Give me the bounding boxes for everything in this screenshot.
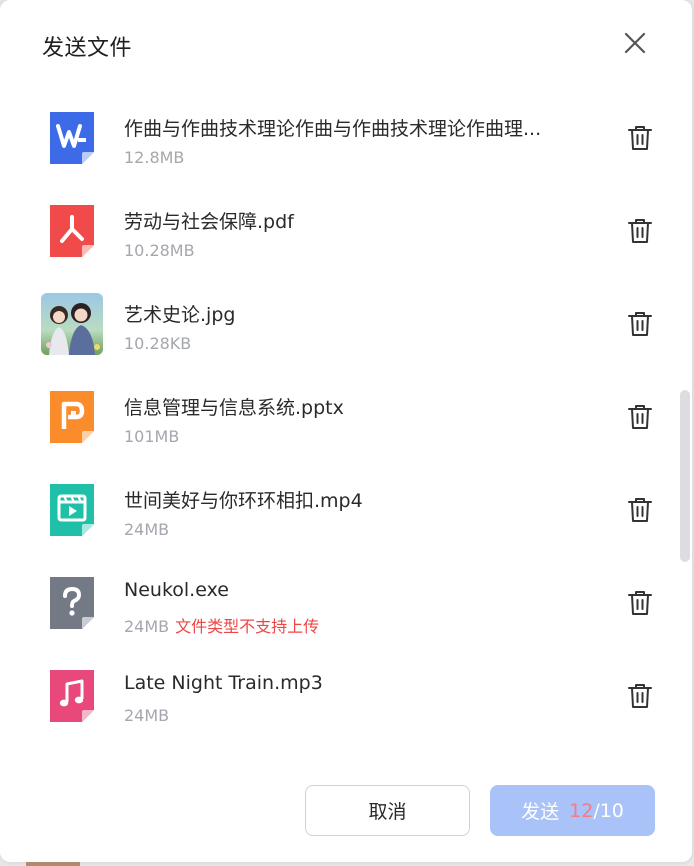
file-row: 世间美好与你环环相扣.mp4 24MB xyxy=(0,462,692,555)
file-name: Late Night Train.mp3 xyxy=(124,672,323,694)
cancel-button[interactable]: 取消 xyxy=(305,785,470,836)
file-name: 劳动与社会保障.pdf xyxy=(124,211,294,233)
word-doc-icon xyxy=(50,112,94,164)
file-size: 101MB xyxy=(124,427,180,446)
dialog-title: 发送文件 xyxy=(42,36,133,61)
pdf-file-icon xyxy=(50,205,94,257)
send-files-dialog: 发送文件 作曲与作曲技术理论作曲与作曲技术理论作曲理... 12.8MB 劳动与… xyxy=(0,0,692,862)
delete-icon[interactable] xyxy=(627,310,653,338)
file-name: Neukol.exe xyxy=(124,579,229,601)
file-row: 作曲与作曲技术理论作曲与作曲技术理论作曲理... 12.8MB xyxy=(0,90,692,183)
send-button[interactable]: 发送 12/10 xyxy=(490,785,655,836)
delete-icon[interactable] xyxy=(627,496,653,524)
background-window-peek xyxy=(26,862,80,866)
send-label: 发送 xyxy=(521,801,560,823)
file-error-text: 文件类型不支持上传 xyxy=(175,617,320,636)
file-name: 艺术史论.jpg xyxy=(124,304,236,326)
send-count: 12 xyxy=(569,799,594,822)
file-size: 10.28MB xyxy=(124,241,195,260)
file-row: Neukol.exe 24MB 文件类型不支持上传 xyxy=(0,555,692,648)
file-size: 12.8MB xyxy=(124,148,185,167)
delete-icon[interactable] xyxy=(627,217,653,245)
file-row: Late Night Train.mp3 24MB xyxy=(0,648,692,741)
file-name: 作曲与作曲技术理论作曲与作曲技术理论作曲理... xyxy=(124,118,542,140)
file-row: 信息管理与信息系统.pptx 101MB xyxy=(0,369,692,462)
file-row: 艺术史论.jpg 10.28KB xyxy=(0,276,692,369)
file-size: 10.28KB xyxy=(124,334,192,353)
send-total: /10 xyxy=(593,799,624,822)
file-list: 作曲与作曲技术理论作曲与作曲技术理论作曲理... 12.8MB 劳动与社会保障.… xyxy=(0,90,692,740)
delete-icon[interactable] xyxy=(627,682,653,710)
file-size: 24MB xyxy=(124,706,170,725)
cancel-label: 取消 xyxy=(368,801,407,823)
file-size: 24MB 文件类型不支持上传 xyxy=(124,617,320,636)
image-thumbnail xyxy=(41,293,103,355)
delete-icon[interactable] xyxy=(627,124,653,152)
audio-file-icon xyxy=(50,670,94,722)
file-name: 世间美好与你环环相扣.mp4 xyxy=(124,490,363,512)
video-file-icon xyxy=(50,484,94,536)
file-name: 信息管理与信息系统.pptx xyxy=(124,397,344,419)
delete-icon[interactable] xyxy=(627,589,653,617)
file-size: 24MB xyxy=(124,520,170,539)
unknown-file-icon xyxy=(50,577,94,629)
ppt-file-icon xyxy=(50,391,94,443)
file-row: 劳动与社会保障.pdf 10.28MB xyxy=(0,183,692,276)
close-icon[interactable] xyxy=(620,28,650,58)
scrollbar[interactable] xyxy=(680,390,690,562)
delete-icon[interactable] xyxy=(627,403,653,431)
